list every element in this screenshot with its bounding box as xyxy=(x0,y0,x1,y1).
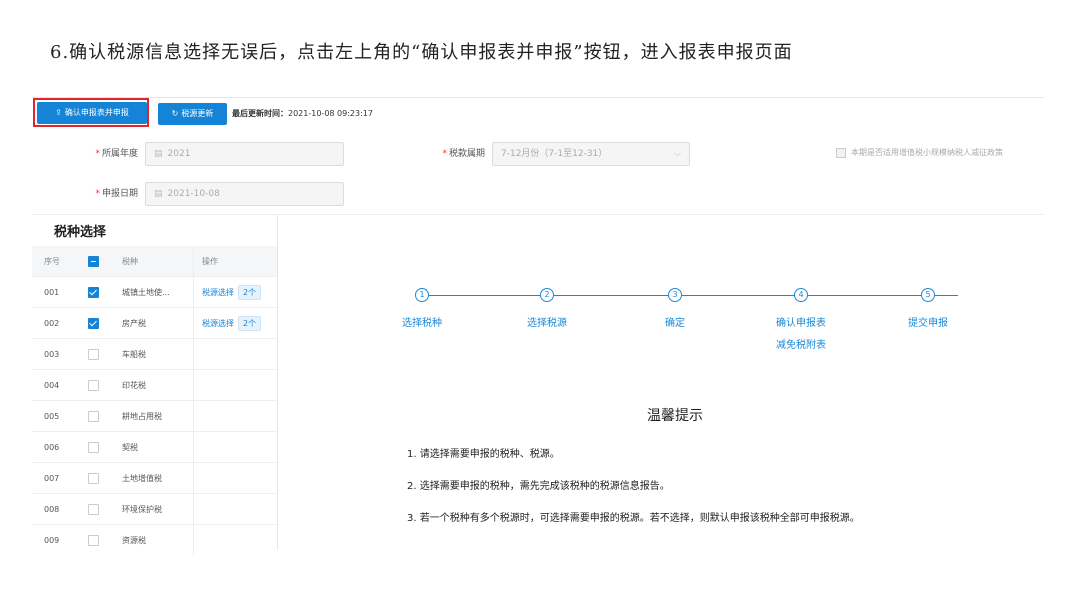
last-updated: 最后更新时间：2021-10-08 09:23:17 xyxy=(232,103,373,125)
tip-item: 1. 请选择需要申报的税种、税源。 xyxy=(407,449,560,460)
refresh-label: 税源更新 xyxy=(181,109,214,118)
row-tax-name: 资源税 xyxy=(121,524,194,555)
select-all-checkbox[interactable] xyxy=(88,255,99,267)
step-marker: 1 xyxy=(415,288,429,302)
row-action xyxy=(193,338,277,370)
row-checkbox[interactable] xyxy=(88,348,99,360)
date-field[interactable]: ▤ 2021-10-08 xyxy=(145,182,344,206)
row-no: 001 xyxy=(32,276,87,308)
row-tax-name: 环境保护税 xyxy=(121,493,194,525)
period-select[interactable]: 7-12月份（7-1至12-31） ⌵ xyxy=(492,142,690,166)
row-no: 002 xyxy=(32,307,87,339)
row-checkbox[interactable] xyxy=(88,441,99,453)
table-row: 003 车船税 xyxy=(32,338,277,370)
row-tax-name: 房产税 xyxy=(121,307,194,339)
last-updated-value: 2021-10-08 09:23:17 xyxy=(288,109,373,118)
step-marker: 5 xyxy=(921,288,935,302)
highlight-box xyxy=(33,98,149,127)
row-no: 004 xyxy=(32,369,87,401)
table-row: 009 资源税 xyxy=(32,524,277,555)
row-action: 税源选择 2个 xyxy=(193,276,277,308)
calendar-icon: ▤ xyxy=(154,189,163,199)
step-label: 确定 xyxy=(665,318,685,329)
row-no: 005 xyxy=(32,400,87,432)
step-label: 确认申报表 xyxy=(776,318,826,329)
table-row: 008 环境保护税 xyxy=(32,493,277,525)
row-tax-name: 城镇土地使... xyxy=(121,276,194,308)
table-row: 006 契税 xyxy=(32,431,277,463)
panel-title: 税种选择 xyxy=(54,225,107,240)
row-action xyxy=(193,400,277,432)
row-no: 007 xyxy=(32,462,87,494)
row-no: 008 xyxy=(32,493,87,525)
col-select-all[interactable] xyxy=(87,246,121,277)
tip-item: 2. 选择需要申报的税种，需先完成该税种的税源信息报告。 xyxy=(407,481,670,492)
chevron-down-icon: ⌵ xyxy=(674,149,681,159)
row-tax-name: 印花税 xyxy=(121,369,194,401)
count-badge: 2个 xyxy=(238,284,262,300)
row-checkbox[interactable] xyxy=(88,503,99,515)
step-sublabel: 减免税附表 xyxy=(776,340,826,351)
tip-item: 3. 若一个税种有多个税源时，可选择需要申报的税源。若不选择，则默认申报该税种全… xyxy=(407,513,860,524)
step-label: 选择税种 xyxy=(402,318,442,329)
refresh-icon: ↻ xyxy=(171,109,179,118)
step-marker: 2 xyxy=(540,288,554,302)
row-no: 003 xyxy=(32,338,87,370)
tax-type-panel: 税种选择 序号 税种 操作 001 城镇土地使... 税源选择 2个 002 房产税 税源选… xyxy=(32,215,278,555)
period-label: * 税款属期 xyxy=(442,149,485,159)
toolbar-divider xyxy=(32,97,1044,98)
step-label: 选择税源 xyxy=(527,318,567,329)
row-action xyxy=(193,369,277,401)
row-checkbox[interactable] xyxy=(88,379,99,391)
col-action: 操作 xyxy=(193,246,277,277)
table-row: 004 印花税 xyxy=(32,369,277,401)
row-checkbox[interactable] xyxy=(88,286,99,298)
table-row: 005 耕地占用税 xyxy=(32,400,277,432)
col-tax-name: 税种 xyxy=(121,246,194,277)
row-checkbox[interactable] xyxy=(88,317,99,329)
calendar-icon: ▤ xyxy=(154,149,163,159)
step-label: 提交申报 xyxy=(908,318,948,329)
row-action xyxy=(193,462,277,494)
row-checkbox[interactable] xyxy=(88,410,99,422)
last-updated-label: 最后更新时间： xyxy=(232,109,288,118)
table-row: 001 城镇土地使... 税源选择 2个 xyxy=(32,276,277,308)
step-marker: 3 xyxy=(668,288,682,302)
small-scale-checkbox[interactable]: 本期是否适用增值税小规模纳税人减征政策 xyxy=(836,146,1003,160)
table-header: 序号 税种 操作 xyxy=(32,246,277,277)
row-checkbox[interactable] xyxy=(88,472,99,484)
col-no: 序号 xyxy=(32,246,87,277)
year-field[interactable]: ▤ 2021 xyxy=(145,142,344,166)
table-row: 007 土地增值税 xyxy=(32,462,277,494)
row-tax-name: 契税 xyxy=(121,431,194,463)
row-action: 税源选择 2个 xyxy=(193,307,277,339)
year-label: * 所属年度 xyxy=(95,149,138,159)
steps-track xyxy=(422,295,958,296)
row-no: 006 xyxy=(32,431,87,463)
instruction-caption: 6.确认税源信息选择无误后，点击左上角的“确认申报表并申报”按钮，进入报表申报页… xyxy=(50,42,793,63)
source-select-link[interactable]: 税源选择 xyxy=(202,319,234,328)
tax-type-table: 序号 税种 操作 001 城镇土地使... 税源选择 2个 002 房产税 税源选择 2个 00… xyxy=(32,246,277,555)
row-action xyxy=(193,431,277,463)
checkbox-icon xyxy=(836,147,846,158)
refresh-tax-source-button[interactable]: ↻ 税源更新 xyxy=(158,103,227,125)
table-row: 002 房产税 税源选择 2个 xyxy=(32,307,277,339)
row-action xyxy=(193,524,277,555)
row-tax-name: 车船税 xyxy=(121,338,194,370)
row-action xyxy=(193,493,277,525)
step-marker: 4 xyxy=(794,288,808,302)
row-checkbox[interactable] xyxy=(88,534,99,546)
tips-title: 温馨提示 xyxy=(647,408,703,424)
source-select-link[interactable]: 税源选择 xyxy=(202,288,234,297)
row-no: 009 xyxy=(32,524,87,555)
row-tax-name: 土地增值税 xyxy=(121,462,194,494)
row-tax-name: 耕地占用税 xyxy=(121,400,194,432)
count-badge: 2个 xyxy=(238,315,262,331)
date-label: * 申报日期 xyxy=(95,189,138,199)
